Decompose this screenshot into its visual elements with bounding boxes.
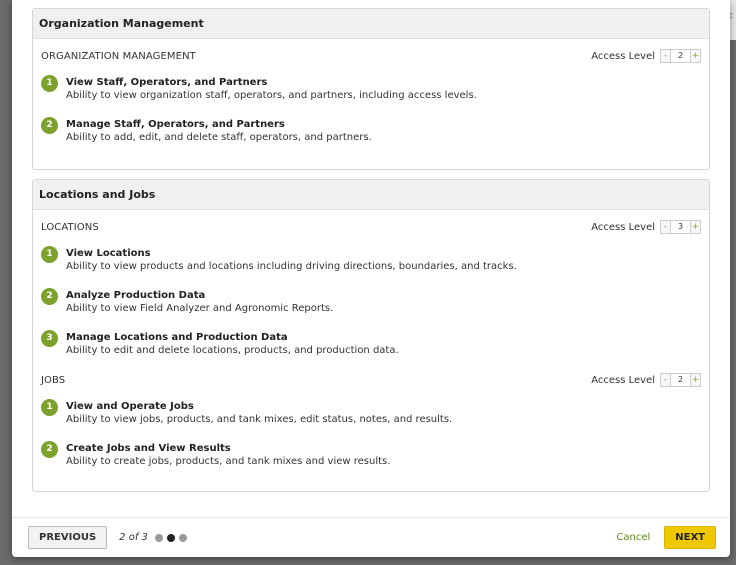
panel-header: Organization Management [33, 9, 709, 39]
decrease-access-button[interactable]: - [660, 373, 671, 387]
page-dot-1[interactable] [154, 533, 163, 542]
permission-number-badge: 2 [41, 288, 58, 305]
cancel-button[interactable]: Cancel [616, 532, 650, 543]
previous-button[interactable]: PREVIOUS [28, 526, 108, 549]
permission-description: Ability to view products and locations i… [66, 261, 517, 272]
section-header: ORGANIZATION MANAGEMENT Access Level - 2… [41, 39, 701, 73]
panel-bottom-padding [41, 469, 701, 481]
permission-text: View and Operate Jobs Ability to view jo… [66, 399, 452, 427]
permission-number-badge: 3 [41, 330, 58, 347]
permission-item: 2 Manage Staff, Operators, and Partners … [41, 117, 701, 145]
permission-text: Manage Staff, Operators, and Partners Ab… [66, 117, 372, 145]
permission-title: View and Operate Jobs [66, 401, 194, 412]
section-title: LOCATIONS [41, 221, 99, 233]
permission-description: Ability to view jobs, products, and tank… [66, 414, 453, 425]
page-indicator-text: 2 of 3 [119, 532, 148, 543]
permission-description: Ability to add, edit, and delete staff, … [66, 132, 372, 143]
permission-item: 2 Analyze Production Data Ability to vie… [41, 288, 701, 316]
access-level-value: 2 [671, 49, 690, 63]
access-level-control: Access Level - 2 + [591, 373, 701, 387]
access-level-label: Access Level [591, 374, 655, 386]
access-level-label: Access Level [591, 221, 655, 233]
access-level-control: Access Level - 2 + [591, 49, 701, 63]
permission-text: Analyze Production Data Ability to view … [66, 288, 333, 316]
page-dot-3[interactable] [178, 533, 187, 542]
section-header: JOBS Access Level - 2 + [41, 363, 701, 397]
permission-item: 3 Manage Locations and Production Data A… [41, 330, 701, 358]
permission-number-badge: 1 [41, 399, 58, 416]
permission-text: View Locations Ability to view products … [66, 246, 517, 274]
permission-title: View Locations [66, 248, 151, 259]
increase-access-button[interactable]: + [690, 373, 701, 387]
permission-item: 1 View and Operate Jobs Ability to view … [41, 399, 701, 427]
panel-organization-management: Organization Management ORGANIZATION MAN… [32, 8, 710, 170]
access-level-stepper: - 2 + [660, 49, 701, 63]
access-level-value: 2 [671, 373, 690, 387]
permission-list: 1 View and Operate Jobs Ability to view … [41, 397, 701, 469]
permission-title: View Staff, Operators, and Partners [66, 77, 268, 88]
permission-list: 1 View Locations Ability to view product… [41, 244, 701, 358]
decrease-access-button[interactable]: - [660, 49, 671, 63]
permission-title: Manage Locations and Production Data [66, 332, 288, 343]
page-indicator: 2 of 3 [119, 532, 187, 543]
section-title: ORGANIZATION MANAGEMENT [41, 50, 196, 62]
permission-text: View Staff, Operators, and Partners Abil… [66, 75, 477, 103]
access-level-label: Access Level [591, 50, 655, 62]
permissions-wizard-modal: Organization Management ORGANIZATION MAN… [12, 0, 730, 557]
access-level-value: 3 [671, 220, 690, 234]
permission-number-badge: 2 [41, 441, 58, 458]
permission-title: Analyze Production Data [66, 290, 206, 301]
increase-access-button[interactable]: + [690, 49, 701, 63]
permission-number-badge: 1 [41, 246, 58, 263]
permission-description: Ability to edit and delete locations, pr… [66, 345, 399, 356]
increase-access-button[interactable]: + [690, 220, 701, 234]
section-header: LOCATIONS Access Level - 3 + [41, 210, 701, 244]
modal-body: Organization Management ORGANIZATION MAN… [12, 0, 730, 517]
permission-number-badge: 1 [41, 75, 58, 92]
access-level-control: Access Level - 3 + [591, 220, 701, 234]
permission-description: Ability to create jobs, products, and ta… [66, 456, 391, 467]
panel-locations-and-jobs: Locations and Jobs LOCATIONS Access Leve… [32, 179, 710, 492]
permission-text: Create Jobs and View Results Ability to … [66, 441, 390, 469]
permission-item: 1 View Staff, Operators, and Partners Ab… [41, 75, 701, 103]
permission-description: Ability to view organization staff, oper… [66, 90, 477, 101]
next-button[interactable]: NEXT [664, 526, 716, 549]
panel-content: ORGANIZATION MANAGEMENT Access Level - 2… [33, 39, 709, 169]
permission-text: Manage Locations and Production Data Abi… [66, 330, 399, 358]
permission-title: Manage Staff, Operators, and Partners [66, 119, 285, 130]
panel-content: LOCATIONS Access Level - 3 + 1 View Loca… [33, 210, 709, 491]
permission-item: 1 View Locations Ability to view product… [41, 246, 701, 274]
permission-item: 2 Create Jobs and View Results Ability t… [41, 441, 701, 469]
permission-number-badge: 2 [41, 117, 58, 134]
permission-description: Ability to view Field Analyzer and Agron… [66, 303, 334, 314]
modal-footer: PREVIOUS 2 of 3 Cancel NEXT [12, 517, 730, 557]
page-dot-2[interactable] [166, 533, 175, 542]
decrease-access-button[interactable]: - [660, 220, 671, 234]
panel-bottom-padding [41, 145, 701, 159]
access-level-stepper: - 2 + [660, 373, 701, 387]
panel-header: Locations and Jobs [33, 180, 709, 210]
section-title: JOBS [41, 374, 66, 386]
permission-list: 1 View Staff, Operators, and Partners Ab… [41, 73, 701, 145]
access-level-stepper: - 3 + [660, 220, 701, 234]
permission-title: Create Jobs and View Results [66, 443, 231, 454]
